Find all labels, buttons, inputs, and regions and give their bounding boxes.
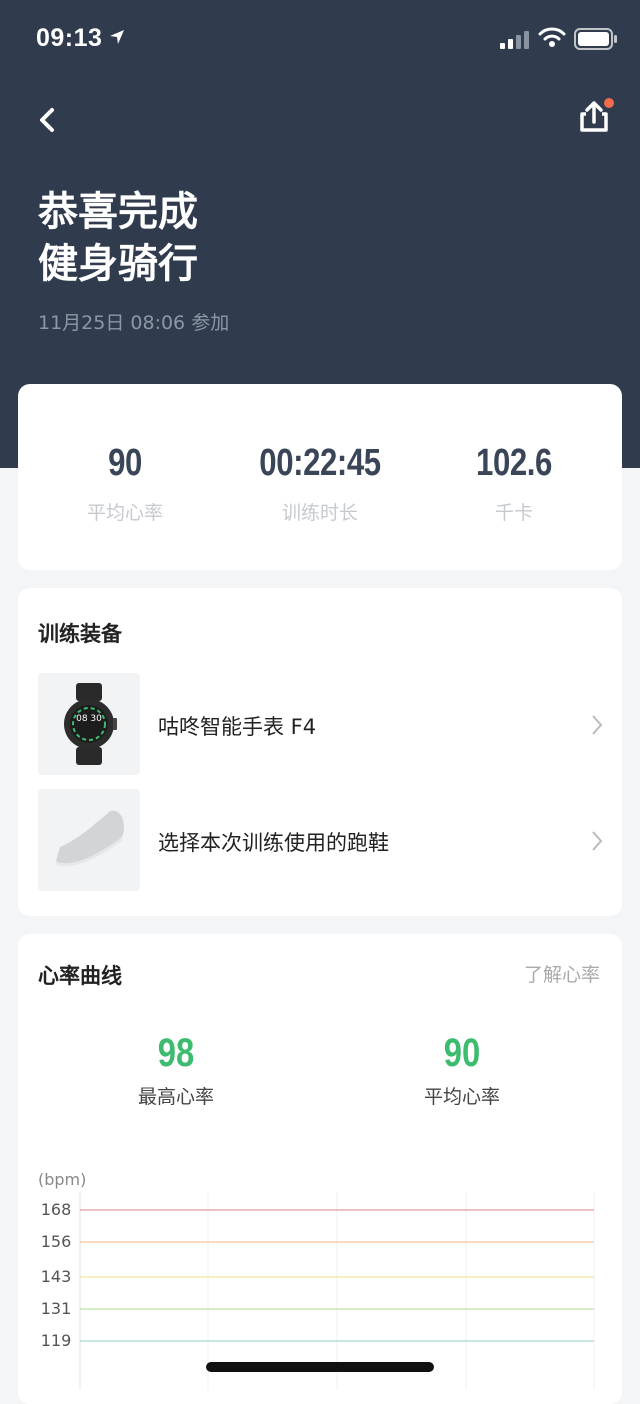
gear-thumbnail: 08 30 — [38, 673, 140, 775]
title-line-1: 恭喜完成 — [38, 189, 198, 235]
stat-label: 千卡 — [494, 502, 533, 524]
battery-icon — [574, 28, 617, 50]
watch-face-text: 08 30 — [76, 714, 102, 724]
stat-calories: 102.6 千卡 — [414, 440, 614, 525]
avg-heart-rate: 90 平均心率 — [352, 1030, 572, 1109]
heart-rate-title: 心率曲线 — [38, 964, 122, 988]
chevron-right-icon — [592, 831, 603, 851]
chevron-right-icon — [592, 715, 603, 735]
gear-item-shoe[interactable]: 选择本次训练使用的跑鞋 — [38, 789, 604, 893]
learn-heart-rate-link[interactable]: 了解心率 — [524, 960, 600, 987]
notification-dot — [604, 98, 614, 108]
status-time: 09:13 — [36, 24, 103, 52]
cellular-signal-icon — [500, 31, 529, 49]
status-bar: 09:13 — [0, 0, 640, 80]
chevron-left-icon — [40, 108, 54, 132]
home-indicator — [206, 1362, 434, 1372]
avg-heart-rate-label: 平均心率 — [423, 1086, 500, 1108]
chart-unit: (bpm) — [38, 1170, 87, 1189]
stat-label: 平均心率 — [86, 502, 163, 524]
page-title: 恭喜完成 健身骑行 — [38, 186, 198, 290]
max-heart-rate: 98 最高心率 — [66, 1030, 286, 1109]
gear-label: 选择本次训练使用的跑鞋 — [158, 831, 389, 855]
max-heart-rate-label: 最高心率 — [137, 1086, 214, 1108]
summary-card: 90 平均心率 00:22:45 训练时长 102.6 千卡 — [18, 384, 622, 570]
y-tick-label: 119 — [40, 1331, 72, 1350]
y-tick-label: 168 — [40, 1200, 72, 1219]
stat-value: 00:22:45 — [259, 442, 381, 484]
heart-rate-chart — [79, 1192, 595, 1390]
gear-title: 训练装备 — [38, 622, 122, 646]
gear-card: 训练装备 08 30 咕咚智能手表 F4 选择本次训练使用的跑鞋 — [18, 588, 622, 916]
title-line-2: 健身骑行 — [38, 241, 198, 287]
back-button[interactable] — [30, 100, 66, 140]
stat-label: 训练时长 — [281, 502, 358, 524]
y-tick-label: 131 — [40, 1299, 72, 1318]
workout-date: 11月25日 08:06 参加 — [38, 312, 230, 334]
y-tick-label: 156 — [40, 1232, 72, 1251]
gear-item-watch[interactable]: 08 30 咕咚智能手表 F4 — [38, 673, 604, 777]
stat-duration: 00:22:45 训练时长 — [220, 440, 420, 525]
stat-value: 90 — [108, 442, 142, 484]
location-arrow-icon — [110, 30, 124, 44]
gear-label: 咕咚智能手表 F4 — [158, 715, 317, 739]
gear-thumbnail — [38, 789, 140, 891]
y-tick-label: 143 — [40, 1267, 72, 1286]
heart-rate-card: 心率曲线 了解心率 98 最高心率 90 平均心率 (bpm) 168 156 … — [18, 934, 622, 1404]
wifi-icon — [538, 27, 566, 47]
smartwatch-icon: 08 30 — [64, 683, 117, 765]
stat-value: 102.6 — [476, 442, 552, 484]
running-shoe-icon — [55, 810, 124, 867]
avg-heart-rate-value: 90 — [443, 1031, 481, 1075]
stat-avg-heart-rate: 90 平均心率 — [25, 440, 225, 525]
max-heart-rate-value: 98 — [157, 1031, 195, 1075]
